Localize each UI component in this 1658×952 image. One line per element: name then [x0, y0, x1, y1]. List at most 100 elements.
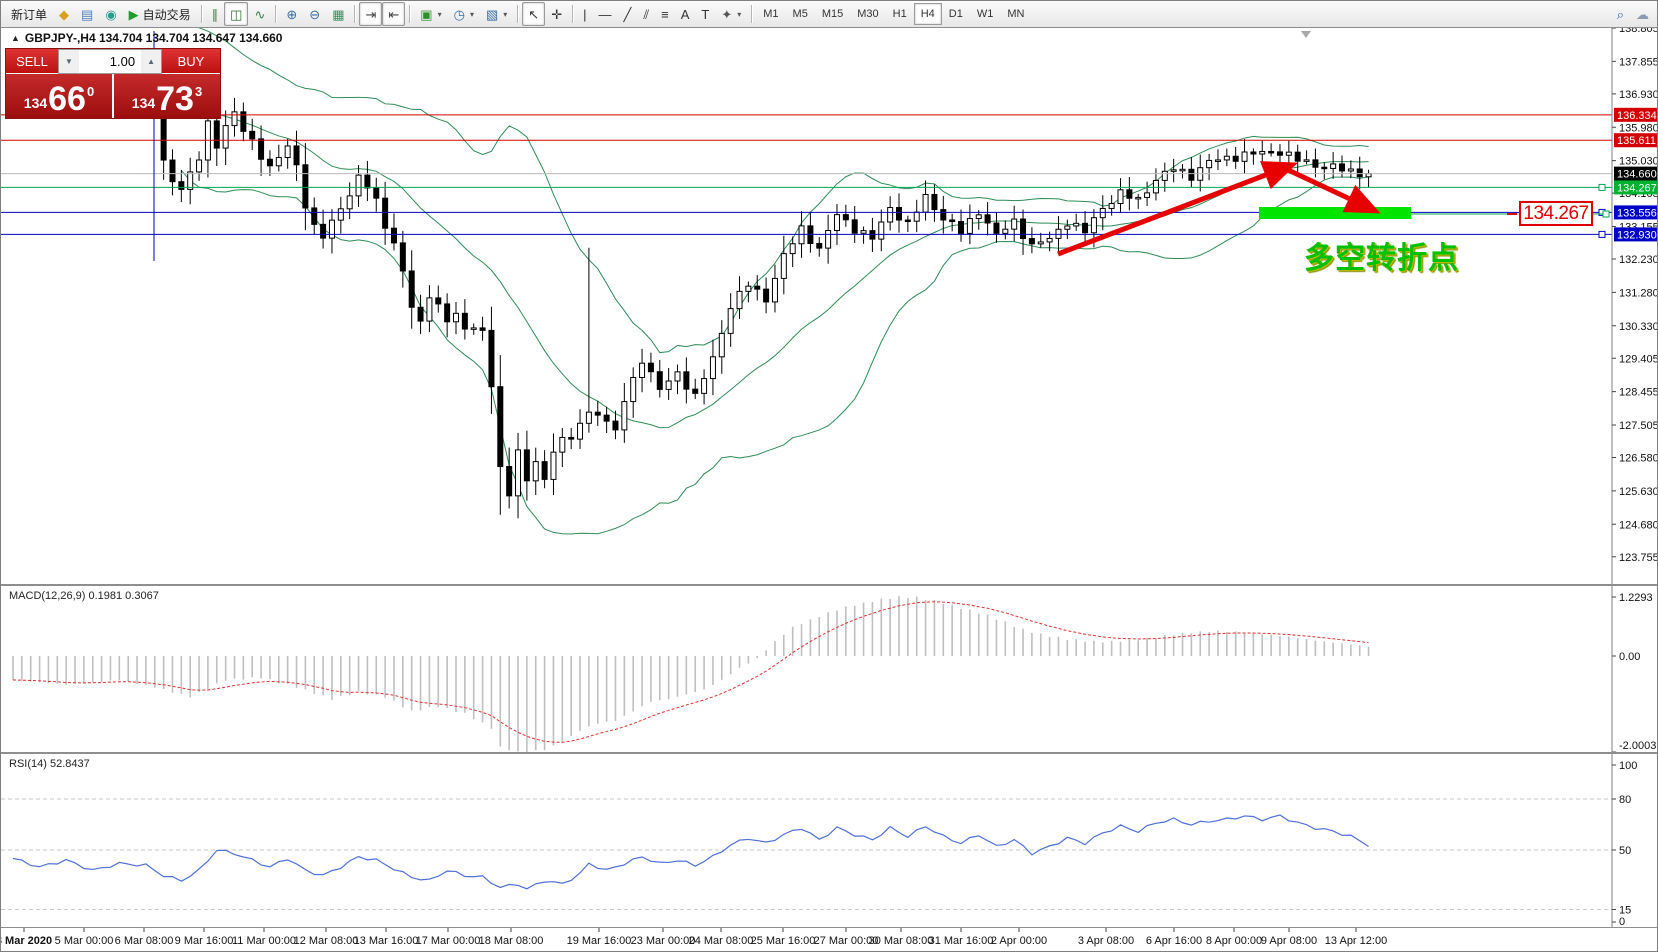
time-label: 5 Mar 00:00	[55, 935, 114, 947]
trend-arrow-up[interactable]	[1058, 168, 1284, 254]
line-chart-icon: ∿	[254, 8, 265, 21]
svg-text:135.030: 135.030	[1619, 156, 1658, 168]
market-window-icon: ▤	[81, 8, 93, 21]
timeframe-M15[interactable]: M15	[815, 3, 850, 25]
one-click-trade-panel: SELL ▼ ▲ BUY 134 66 0 134 73 3	[5, 48, 221, 119]
arrows-icon[interactable]: ✦▾	[715, 2, 747, 26]
fibonacci-icon: ≡	[661, 8, 669, 21]
main-chart[interactable]: 138.805137.855136.930135.980135.030134.1…	[1, 28, 1658, 586]
svg-text:130.330: 130.330	[1619, 321, 1658, 333]
chart-shift-icon[interactable]: ⇤	[382, 2, 405, 26]
time-label: 24 Mar 08:00	[689, 935, 754, 947]
dropdown-arrow-icon: ▾	[737, 10, 741, 19]
profiles-icon: ◷	[454, 8, 465, 21]
toolbar-separator	[275, 5, 276, 23]
svg-text:136.930: 136.930	[1619, 89, 1658, 101]
timeframe-M30[interactable]: M30	[850, 3, 885, 25]
chart-shift-marker[interactable]	[1301, 31, 1311, 38]
rsi-panel[interactable]: 1008050150	[1, 754, 1658, 928]
toolbar-separator	[354, 5, 355, 23]
svg-text:0.00: 0.00	[1619, 651, 1640, 663]
auto-trading-button: ▶	[129, 8, 139, 21]
horizontal-line-icon[interactable]: —	[592, 2, 617, 26]
price-label-box[interactable]: 134.267	[1519, 201, 1593, 226]
volume-down-button[interactable]: ▼	[59, 50, 79, 73]
time-label: 8 Apr 00:00	[1206, 935, 1262, 947]
svg-text:0: 0	[1619, 916, 1625, 928]
highlight-bar[interactable]	[1259, 207, 1411, 219]
equidistant-channel-icon: ⫽	[643, 8, 649, 21]
candlestick-chart-icon[interactable]: ◫	[224, 2, 248, 26]
profiles-icon[interactable]: ◷▾	[448, 2, 480, 26]
market-window-icon[interactable]: ▤	[75, 2, 99, 26]
templates-icon[interactable]: ▧▾	[480, 2, 513, 26]
volume-up-button[interactable]: ▲	[141, 50, 161, 73]
text-icon: A	[681, 8, 690, 21]
sell-button[interactable]: SELL	[6, 49, 58, 74]
timeframe-W1[interactable]: W1	[970, 3, 1001, 25]
equidistant-channel-icon[interactable]: ⫽	[637, 2, 655, 26]
text-icon[interactable]: A	[675, 2, 696, 26]
toolbar-separator	[572, 5, 573, 23]
svg-text:15: 15	[1619, 905, 1631, 917]
toolbar-separator	[517, 5, 518, 23]
tile-windows-icon[interactable]: ▦	[326, 2, 350, 26]
toolbar-separator	[751, 5, 752, 23]
buy-price[interactable]: 134 73 3	[114, 74, 220, 118]
candlesticks	[11, 49, 1372, 519]
time-label: 19 Mar 16:00	[567, 935, 632, 947]
svg-text:-2.0003: -2.0003	[1619, 740, 1656, 752]
line-chart-icon[interactable]: ∿	[248, 2, 271, 26]
svg-text:135.611: 135.611	[1617, 135, 1656, 147]
community-icon[interactable]: ◉	[99, 2, 122, 26]
new-order-button[interactable]: 新订单	[5, 2, 53, 26]
zoom-in-icon[interactable]: ⊕	[280, 2, 303, 26]
chart-shift-icon: ⇤	[388, 8, 399, 21]
annotation-text[interactable]: 多空转折点	[1304, 233, 1459, 277]
text-label-icon[interactable]: T	[695, 2, 715, 26]
chat-icon[interactable]: ☁	[1630, 2, 1655, 26]
time-label: 6 Apr 16:00	[1146, 935, 1202, 947]
bar-chart-icon[interactable]: ∥	[206, 2, 225, 26]
trendline-icon[interactable]: ╱	[617, 2, 637, 26]
volume-input[interactable]	[79, 50, 141, 73]
auto-scroll-icon[interactable]: ⇥	[359, 2, 382, 26]
timeframe-MN[interactable]: MN	[1000, 3, 1031, 25]
vertical-line-icon[interactable]: |	[577, 2, 592, 26]
svg-text:135.980: 135.980	[1619, 122, 1658, 134]
fibonacci-icon[interactable]: ≡	[655, 2, 675, 26]
timeframe-D1[interactable]: D1	[942, 3, 970, 25]
time-label: 13 Apr 12:00	[1325, 935, 1387, 947]
svg-text:124.680: 124.680	[1619, 519, 1658, 531]
macd-panel[interactable]: 1.22930.00-2.0003	[1, 586, 1658, 754]
trend-arrow-down[interactable]	[1286, 169, 1367, 207]
timeframe-M1[interactable]: M1	[756, 3, 785, 25]
rsi-line	[13, 815, 1369, 889]
macd-histogram	[13, 596, 1369, 752]
buy-price-big: 73	[156, 84, 194, 115]
svg-text:133.556: 133.556	[1617, 207, 1657, 219]
svg-text:134.267: 134.267	[1617, 182, 1657, 194]
zoom-out-icon[interactable]: ⊖	[303, 2, 326, 26]
macd-label: MACD(12,26,9) 0.1981 0.3067	[9, 590, 159, 602]
svg-text:100: 100	[1619, 760, 1637, 772]
collapse-icon[interactable]: ▲	[11, 33, 20, 43]
buy-price-sup: 3	[195, 84, 202, 99]
zoom-in-icon: ⊕	[286, 8, 297, 21]
rsi-label: RSI(14) 52.8437	[9, 758, 90, 770]
time-label: 18 Mar 08:00	[479, 935, 544, 947]
timeframe-M5[interactable]: M5	[786, 3, 815, 25]
new-chart-icon[interactable]: ▣▾	[414, 2, 447, 26]
crosshair-icon[interactable]: ✛	[545, 2, 568, 26]
chart-snapshot-icon[interactable]: ◆	[53, 2, 75, 26]
timeframe-H1[interactable]: H1	[886, 3, 914, 25]
dropdown-arrow-icon: ▾	[470, 10, 474, 19]
svg-text:137.855: 137.855	[1619, 56, 1658, 68]
sell-price[interactable]: 134 66 0	[6, 74, 114, 118]
auto-trading-button[interactable]: ▶自动交易	[123, 2, 197, 26]
symbol-header[interactable]: ▲ GBPJPY-,H4 134.704 134.704 134.647 134…	[11, 31, 282, 45]
search-icon[interactable]: ⌕	[1611, 2, 1630, 26]
cursor-icon[interactable]: ↖	[522, 2, 545, 26]
timeframe-H4[interactable]: H4	[914, 3, 942, 25]
buy-button[interactable]: BUY	[162, 49, 220, 74]
